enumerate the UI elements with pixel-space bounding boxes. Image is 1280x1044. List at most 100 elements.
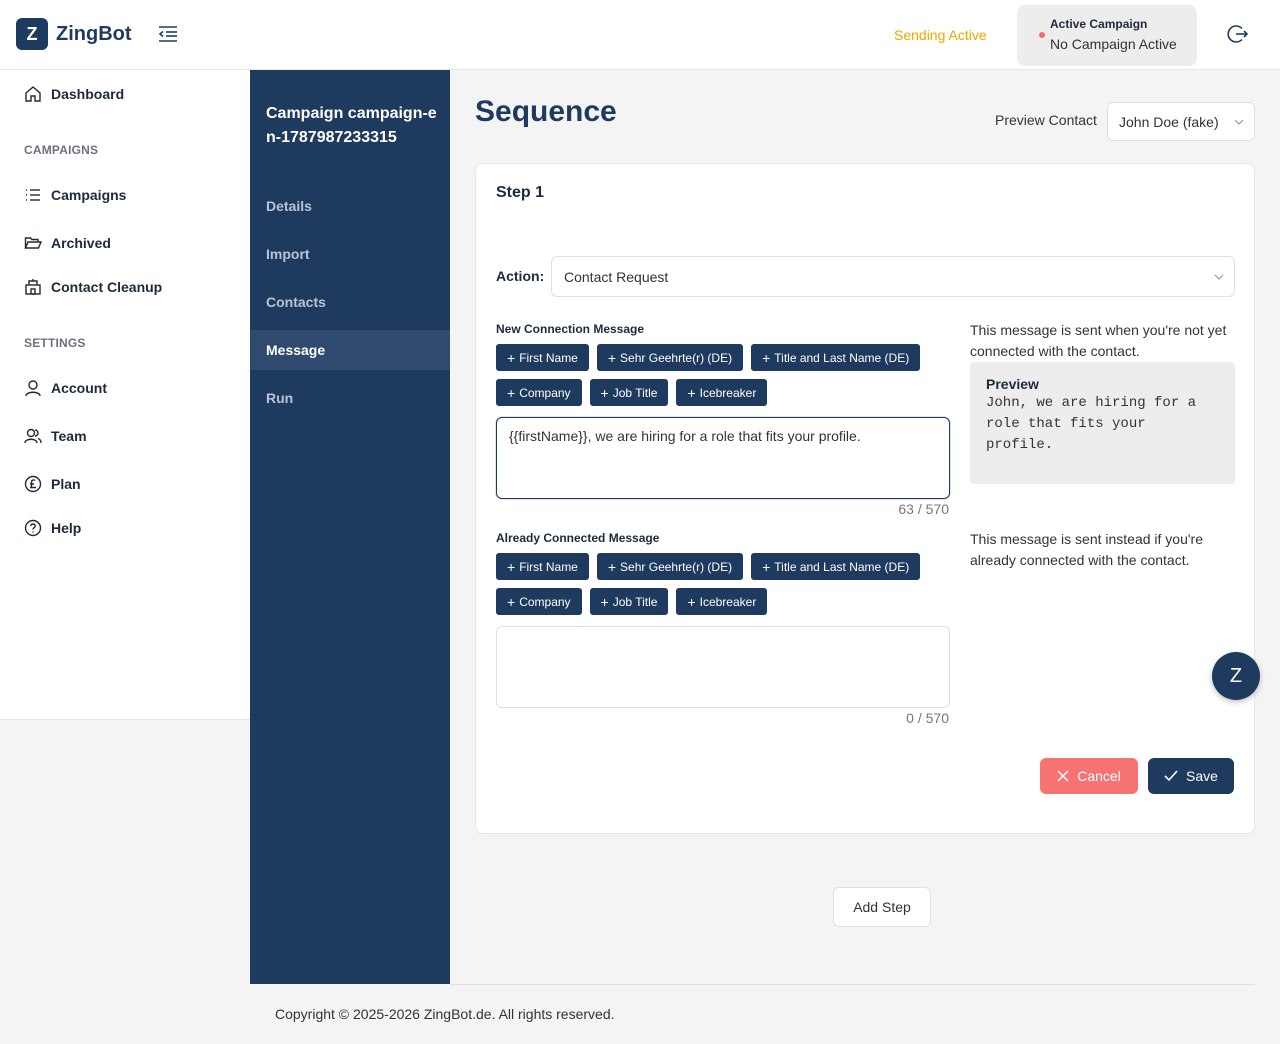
preview-contact-value: John Doe (fake) — [1119, 113, 1219, 130]
new-connection-message-input[interactable]: {{firstName}}, we are hiring for a role … — [496, 417, 950, 499]
save-button[interactable]: Save — [1148, 758, 1234, 794]
subnav-item-run[interactable]: Run — [250, 378, 450, 418]
insert-company-button[interactable]: + Company — [496, 379, 582, 406]
sidebar-item-label: Dashboard — [51, 86, 125, 102]
sending-status: Sending Active — [894, 27, 987, 43]
sidebar-item-label: Campaigns — [51, 187, 127, 203]
sidebar-item-contact-cleanup[interactable]: Contact Cleanup — [24, 278, 162, 296]
pound-icon — [24, 475, 42, 493]
sidebar-item-help[interactable]: Help — [24, 519, 81, 537]
already-connected-chips-row2: + Company + Job Title + Icebreaker — [496, 588, 768, 615]
folder-open-icon — [24, 234, 42, 252]
app-logo[interactable]: Z ZingBot — [16, 18, 132, 50]
insert-salutation-button[interactable]: + Sehr Geehrte(r) (DE) — [596, 344, 744, 371]
insert-job-title-button[interactable]: + Job Title — [589, 379, 669, 406]
sidebar-item-archived[interactable]: Archived — [24, 234, 111, 252]
sidebar-item-team[interactable]: Team — [24, 427, 87, 445]
cancel-button[interactable]: Cancel — [1040, 758, 1138, 794]
help-icon — [24, 519, 42, 537]
insert-salutation-button[interactable]: + Sehr Geehrte(r) (DE) — [596, 553, 744, 580]
already-connected-hint: This message is sent instead if you're a… — [970, 531, 1204, 568]
insert-icebreaker-button[interactable]: + Icebreaker — [676, 379, 768, 406]
new-connection-chips-row2: + Company + Job Title + Icebreaker — [496, 379, 768, 406]
close-icon — [1057, 770, 1069, 782]
subnav-item-import[interactable]: Import — [250, 234, 450, 274]
new-connection-counter: 63 / 570 — [898, 501, 949, 517]
insert-title-last-name-button[interactable]: + Title and Last Name (DE) — [751, 553, 921, 580]
new-connection-label: New Connection Message — [496, 322, 645, 336]
campaign-title: Campaign campaign-en-1787987233315 — [266, 105, 437, 146]
status-dot — [1039, 32, 1045, 38]
chat-fab-button[interactable]: Z — [1212, 652, 1260, 700]
already-connected-label: Already Connected Message — [496, 531, 660, 545]
sidebar-item-label: Plan — [51, 476, 81, 492]
chevron-down-icon — [1214, 274, 1224, 280]
new-connection-chips-row1: + First Name + Sehr Geehrte(r) (DE) + Title… — [496, 344, 921, 371]
preview-text: John, we are hiring for a role that fits… — [986, 395, 1197, 453]
action-select[interactable]: Contact Request — [551, 256, 1235, 297]
logout-icon[interactable] — [1227, 23, 1249, 45]
preview-heading: Preview — [986, 376, 1039, 392]
plus-icon: + — [600, 593, 609, 610]
sidebar-item-account[interactable]: Account — [24, 379, 107, 397]
plus-icon: + — [607, 349, 617, 366]
insert-job-title-button[interactable]: + Job Title — [589, 588, 669, 615]
insert-title-last-name-button[interactable]: + Title and Last Name (DE) — [751, 344, 921, 371]
sidebar-item-dashboard[interactable]: Dashboard — [24, 85, 124, 103]
new-connection-hint: This message is sent when you're not yet… — [970, 322, 1227, 359]
insert-first-name-button[interactable]: + First Name — [496, 344, 589, 371]
section-settings: SETTINGS — [24, 336, 86, 350]
page-title: Sequence — [475, 95, 617, 128]
already-connected-counter: 0 / 570 — [906, 710, 949, 726]
footer-divider — [450, 984, 1255, 985]
preview-contact-label: Preview Contact — [995, 112, 1097, 128]
plus-icon: + — [600, 384, 609, 401]
message-preview: Preview John, we are hiring for a role t… — [970, 362, 1235, 484]
subnav-item-contacts[interactable]: Contacts — [250, 282, 450, 322]
active-campaign-value: No Campaign Active — [1050, 36, 1177, 52]
action-value: Contact Request — [564, 268, 669, 285]
insert-company-button[interactable]: + Company — [496, 588, 582, 615]
sidebar-item-label: Account — [51, 380, 107, 396]
app-name: ZingBot — [56, 22, 132, 45]
plus-icon: + — [762, 349, 771, 366]
user-icon — [24, 379, 42, 397]
already-connected-message-input[interactable] — [496, 626, 950, 708]
insert-icebreaker-button[interactable]: + Icebreaker — [676, 588, 768, 615]
add-step-button[interactable]: Add Step — [833, 887, 931, 927]
action-label: Action: — [496, 268, 545, 284]
footer-copyright: Copyright © 2025-2026 ZingBot.de. All ri… — [275, 1006, 615, 1022]
step-card: Step 1 Action: Contact Request New Conne… — [475, 163, 1255, 834]
logo-mark: Z — [16, 18, 48, 50]
check-icon — [1164, 770, 1178, 782]
collapse-menu-icon[interactable] — [158, 25, 178, 43]
plus-icon: + — [762, 558, 771, 575]
preview-contact-select[interactable]: John Doe (fake) — [1107, 102, 1255, 141]
plus-icon: + — [607, 558, 617, 575]
campaign-subnav: Campaign campaign-en-1787987233315 Detai… — [250, 70, 450, 984]
already-connected-chips-row1: + First Name + Sehr Geehrte(r) (DE) + Title… — [496, 553, 921, 580]
list-icon — [24, 186, 42, 204]
sidebar-item-campaigns[interactable]: Campaigns — [24, 186, 126, 204]
section-campaigns: CAMPAIGNS — [24, 143, 99, 157]
active-campaign-box[interactable]: Active Campaign No Campaign Active — [1017, 5, 1197, 66]
sidebar: Dashboard CAMPAIGNS Campaigns Archived C… — [0, 70, 250, 720]
team-icon — [24, 427, 42, 445]
step-title: Step 1 — [496, 184, 545, 201]
top-bar: Z ZingBot Sending Active Active Campaign… — [0, 0, 1280, 70]
home-icon — [24, 85, 42, 103]
subnav-item-message[interactable]: Message — [250, 330, 450, 370]
sidebar-item-label: Contact Cleanup — [51, 279, 163, 295]
plus-icon: + — [507, 558, 516, 575]
plus-icon: + — [687, 384, 696, 401]
active-campaign-label: Active Campaign — [1050, 17, 1148, 31]
plus-icon: + — [507, 384, 516, 401]
chevron-down-icon — [1234, 119, 1244, 125]
sidebar-item-label: Archived — [51, 235, 111, 251]
plus-icon: + — [507, 593, 516, 610]
subnav-item-details[interactable]: Details — [250, 186, 450, 226]
sidebar-item-plan[interactable]: Plan — [24, 475, 81, 493]
insert-first-name-button[interactable]: + First Name — [496, 553, 589, 580]
building-icon — [24, 278, 42, 296]
plus-icon: + — [687, 593, 696, 610]
